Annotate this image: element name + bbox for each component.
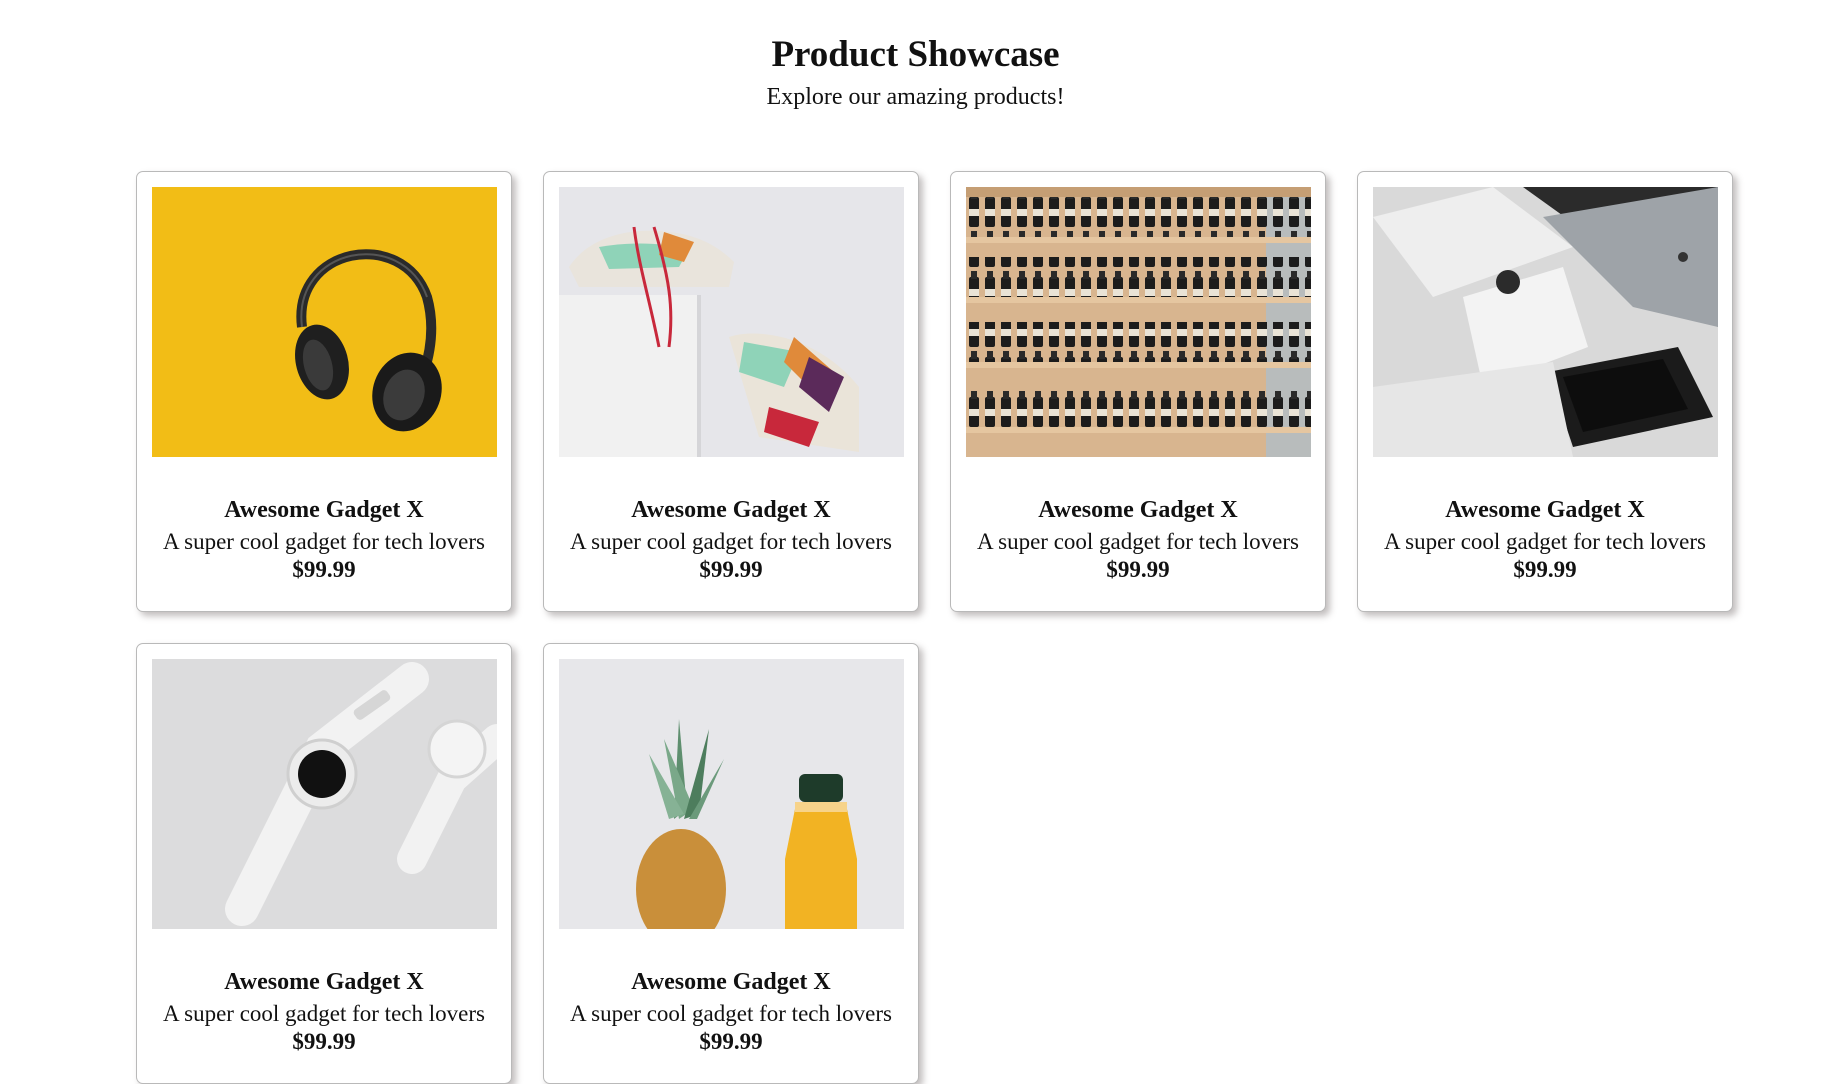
page-title: Product Showcase bbox=[771, 34, 1060, 75]
product-card[interactable]: Awesome Gadget X A super cool gadget for… bbox=[543, 171, 919, 612]
product-image-headphones[interactable] bbox=[152, 187, 497, 457]
product-name: Awesome Gadget X bbox=[631, 969, 831, 995]
product-price: $99.99 bbox=[1513, 557, 1577, 582]
product-name: Awesome Gadget X bbox=[1038, 497, 1238, 523]
product-name: Awesome Gadget X bbox=[224, 497, 424, 523]
product-card[interactable]: Awesome Gadget X A super cool gadget for… bbox=[543, 643, 919, 1084]
product-price: $99.99 bbox=[292, 1029, 356, 1054]
product-card[interactable]: Awesome Gadget X A super cool gadget for… bbox=[1357, 171, 1733, 612]
page-header: Product Showcase Explore our amazing pro… bbox=[0, 30, 1831, 114]
product-price: $99.99 bbox=[699, 557, 763, 582]
product-card[interactable]: Awesome Gadget X A super cool gadget for… bbox=[950, 171, 1326, 612]
product-grid: Awesome Gadget X A super cool gadget for… bbox=[136, 171, 1736, 1084]
product-price: $99.99 bbox=[292, 557, 356, 582]
product-price: $99.99 bbox=[699, 1029, 763, 1054]
product-description: A super cool gadget for tech lovers bbox=[570, 529, 892, 554]
product-card[interactable]: Awesome Gadget X A super cool gadget for… bbox=[136, 643, 512, 1084]
product-image-pineapple-juice[interactable] bbox=[559, 659, 904, 929]
product-description: A super cool gadget for tech lovers bbox=[1384, 529, 1706, 554]
product-image-sneakers[interactable] bbox=[559, 187, 904, 457]
product-image-bottle-shelves[interactable] bbox=[966, 187, 1311, 457]
page-subtitle: Explore our amazing products! bbox=[766, 84, 1065, 110]
product-description: A super cool gadget for tech lovers bbox=[163, 529, 485, 554]
product-name: Awesome Gadget X bbox=[1445, 497, 1645, 523]
product-price: $99.99 bbox=[1106, 557, 1170, 582]
product-card[interactable]: Awesome Gadget X A super cool gadget for… bbox=[136, 171, 512, 612]
product-description: A super cool gadget for tech lovers bbox=[977, 529, 1299, 554]
product-name: Awesome Gadget X bbox=[224, 969, 424, 995]
product-image-smartwatch[interactable] bbox=[152, 659, 497, 929]
product-name: Awesome Gadget X bbox=[631, 497, 831, 523]
product-image-apple-devices[interactable] bbox=[1373, 187, 1718, 457]
product-description: A super cool gadget for tech lovers bbox=[163, 1001, 485, 1026]
product-description: A super cool gadget for tech lovers bbox=[570, 1001, 892, 1026]
